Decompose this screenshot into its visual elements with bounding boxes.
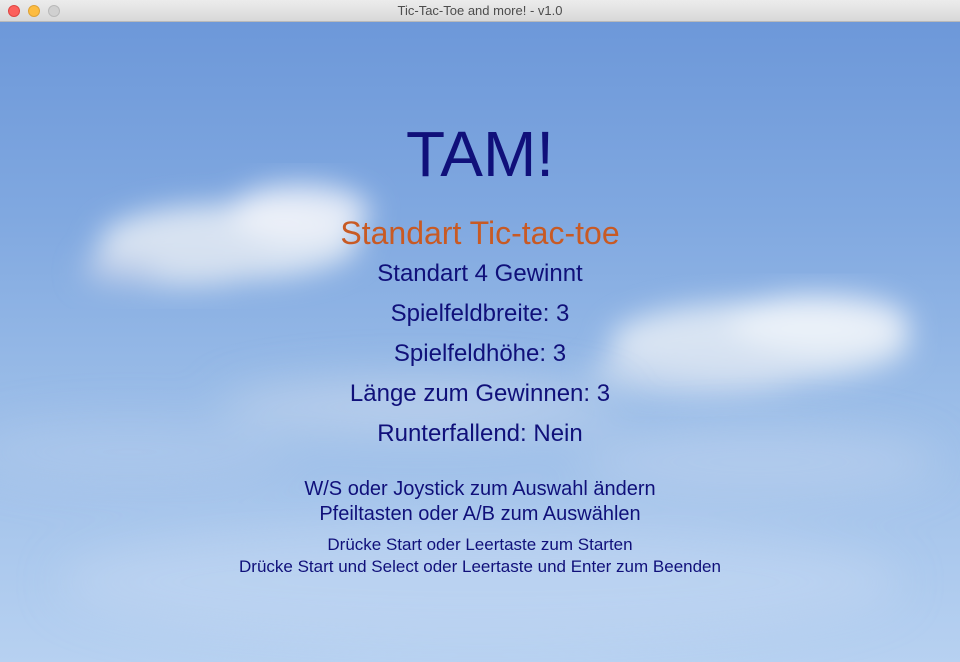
instruction-select: Pfeiltasten oder A/B zum Auswählen — [319, 503, 641, 525]
menu-item-falling[interactable]: Runterfallend: Nein — [0, 420, 960, 448]
game-title: TAM! — [405, 118, 555, 190]
instruction-change-selection: W/S oder Joystick zum Auswahl ändern — [304, 478, 656, 500]
menu-item-win-length[interactable]: Länge zum Gewinnen: 3 — [0, 380, 960, 408]
instruction-quit: Drücke Start und Select oder Leertaste u… — [239, 557, 721, 576]
menu-item-selected-mode[interactable]: Standart Tic-tac-toe — [0, 215, 960, 252]
game-screen: TAM! Standart Tic-tac-toe Standart 4 Gew… — [0, 22, 960, 662]
menu-item-board-width[interactable]: Spielfeldbreite: 3 — [0, 300, 960, 328]
menu-item-four-in-a-row[interactable]: Standart 4 Gewinnt — [0, 260, 960, 288]
menu-item-board-height[interactable]: Spielfeldhöhe: 3 — [0, 340, 960, 368]
title-bar: Tic-Tac-Toe and more! - v1.0 — [0, 0, 960, 22]
instruction-start: Drücke Start oder Leertaste zum Starten — [327, 535, 633, 554]
window-title: Tic-Tac-Toe and more! - v1.0 — [397, 3, 563, 18]
app-window: Tic-Tac-Toe and more! - v1.0 TAM! Standa… — [0, 0, 960, 662]
